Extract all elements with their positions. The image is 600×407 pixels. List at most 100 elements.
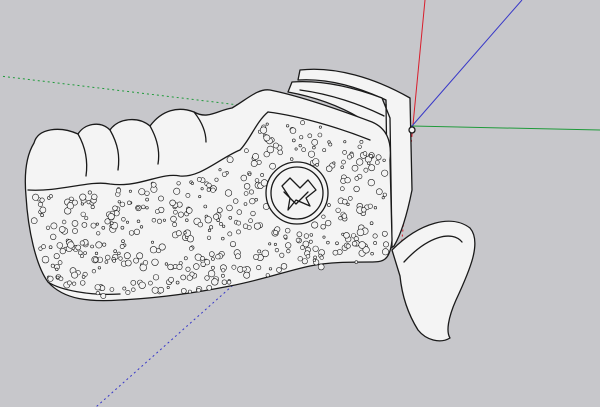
stipple-bump [83, 251, 87, 255]
model-canvas[interactable] [0, 0, 600, 407]
stipple-bump [71, 271, 78, 279]
stipple-bump [94, 284, 101, 291]
stipple-bump [209, 251, 215, 257]
stipple-bump [152, 274, 160, 281]
stipple-bump [72, 228, 78, 234]
stipple-bump [361, 207, 367, 213]
stipple-bump [56, 242, 63, 249]
stipple-bump [318, 125, 322, 129]
stipple-bump [218, 221, 223, 226]
stipple-bump [92, 257, 99, 263]
stipple-bump [210, 187, 216, 193]
stipple-bump [382, 192, 387, 197]
stipple-bump [136, 252, 144, 260]
trigger-guard-extension[interactable] [391, 220, 476, 342]
stipple-bump [41, 255, 50, 264]
stipple-bump [283, 234, 288, 239]
stipple-bump [183, 231, 187, 235]
stipple-bump [151, 218, 157, 223]
stipple-bump [122, 286, 127, 291]
stipple-bump [120, 225, 125, 230]
stipple-bump [104, 254, 111, 261]
stipple-bump [381, 169, 389, 177]
stipple-bump [208, 270, 216, 278]
stipple-bump [157, 286, 165, 294]
stipple-bump [375, 188, 383, 195]
stipple-bump [295, 237, 301, 243]
stipple-bump [218, 168, 222, 172]
stipple-bump [273, 230, 279, 236]
stipple-bump [335, 207, 341, 213]
stipple-bump [95, 291, 100, 296]
stipple-bump [119, 201, 126, 208]
stipple-bump [253, 222, 261, 230]
stipple-bump [317, 263, 325, 271]
stipple-bump [187, 289, 192, 294]
stipple-bump [321, 214, 326, 219]
stipple-bump [175, 230, 182, 237]
stipple-bump [104, 260, 109, 264]
stipple-bump [279, 252, 285, 258]
stipple-bump [61, 219, 67, 225]
stipple-bump [133, 228, 140, 235]
stipple-bump [139, 225, 144, 229]
stipple-bump [312, 245, 319, 252]
stipple-bump [112, 258, 117, 263]
stipple-bump [367, 179, 375, 187]
stipple-bump [81, 275, 86, 279]
stipple-bump [320, 224, 326, 230]
stipple-bump [311, 221, 319, 229]
stipple-bump [207, 228, 212, 232]
stipple-bump [252, 153, 259, 160]
blue-axis-line [411, 0, 523, 127]
stipple-bump [357, 144, 362, 149]
stipple-bump [142, 260, 149, 266]
sketchup-viewport[interactable] [0, 0, 600, 407]
stipple-bump [272, 142, 279, 149]
logo-emblem [265, 161, 329, 225]
stipple-bump [369, 221, 374, 225]
stipple-bump [356, 228, 365, 237]
stipple-bump [356, 158, 364, 166]
stipple-bump [162, 218, 166, 222]
stipple-bump [307, 133, 313, 139]
stipple-bump [170, 215, 177, 223]
stipple-bump [130, 279, 137, 286]
stipple-bump [343, 232, 350, 239]
stipple-bump [286, 124, 290, 128]
stipple-bump [95, 241, 103, 249]
stipple-bump [381, 196, 385, 200]
stipple-bump [301, 258, 308, 265]
stipple-bump [375, 154, 382, 161]
stipple-bump [90, 205, 95, 210]
stipple-bump [45, 225, 51, 230]
stipple-bump [211, 278, 219, 286]
stipple-bump [102, 242, 107, 247]
stipple-bump [312, 145, 316, 150]
stipple-bump [248, 218, 253, 223]
stipple-bump [211, 257, 215, 261]
stipple-bump [373, 241, 378, 245]
stipple-bump [313, 255, 317, 260]
stipple-bump [125, 289, 131, 295]
stipple-bump [301, 147, 307, 152]
stipple-bump [67, 241, 75, 249]
stipple-bump [259, 126, 268, 134]
stipple-bump [157, 218, 163, 224]
stipple-bump [58, 276, 64, 282]
stipple-bump [168, 276, 174, 283]
stipple-bump [221, 171, 228, 177]
stipple-bump [328, 142, 333, 147]
stipple-bump [266, 145, 275, 154]
stipple-bump [87, 190, 92, 195]
stipple-bump [338, 216, 343, 221]
stipple-bump [368, 154, 373, 159]
stipple-bump [150, 182, 157, 188]
stipple-bump [221, 268, 226, 273]
stipple-bump [339, 186, 345, 191]
stipple-bump [367, 161, 371, 165]
stipple-bump [269, 162, 276, 170]
stipple-bump [185, 266, 191, 272]
stipple-bump [126, 220, 130, 224]
stipple-bump [151, 240, 155, 244]
